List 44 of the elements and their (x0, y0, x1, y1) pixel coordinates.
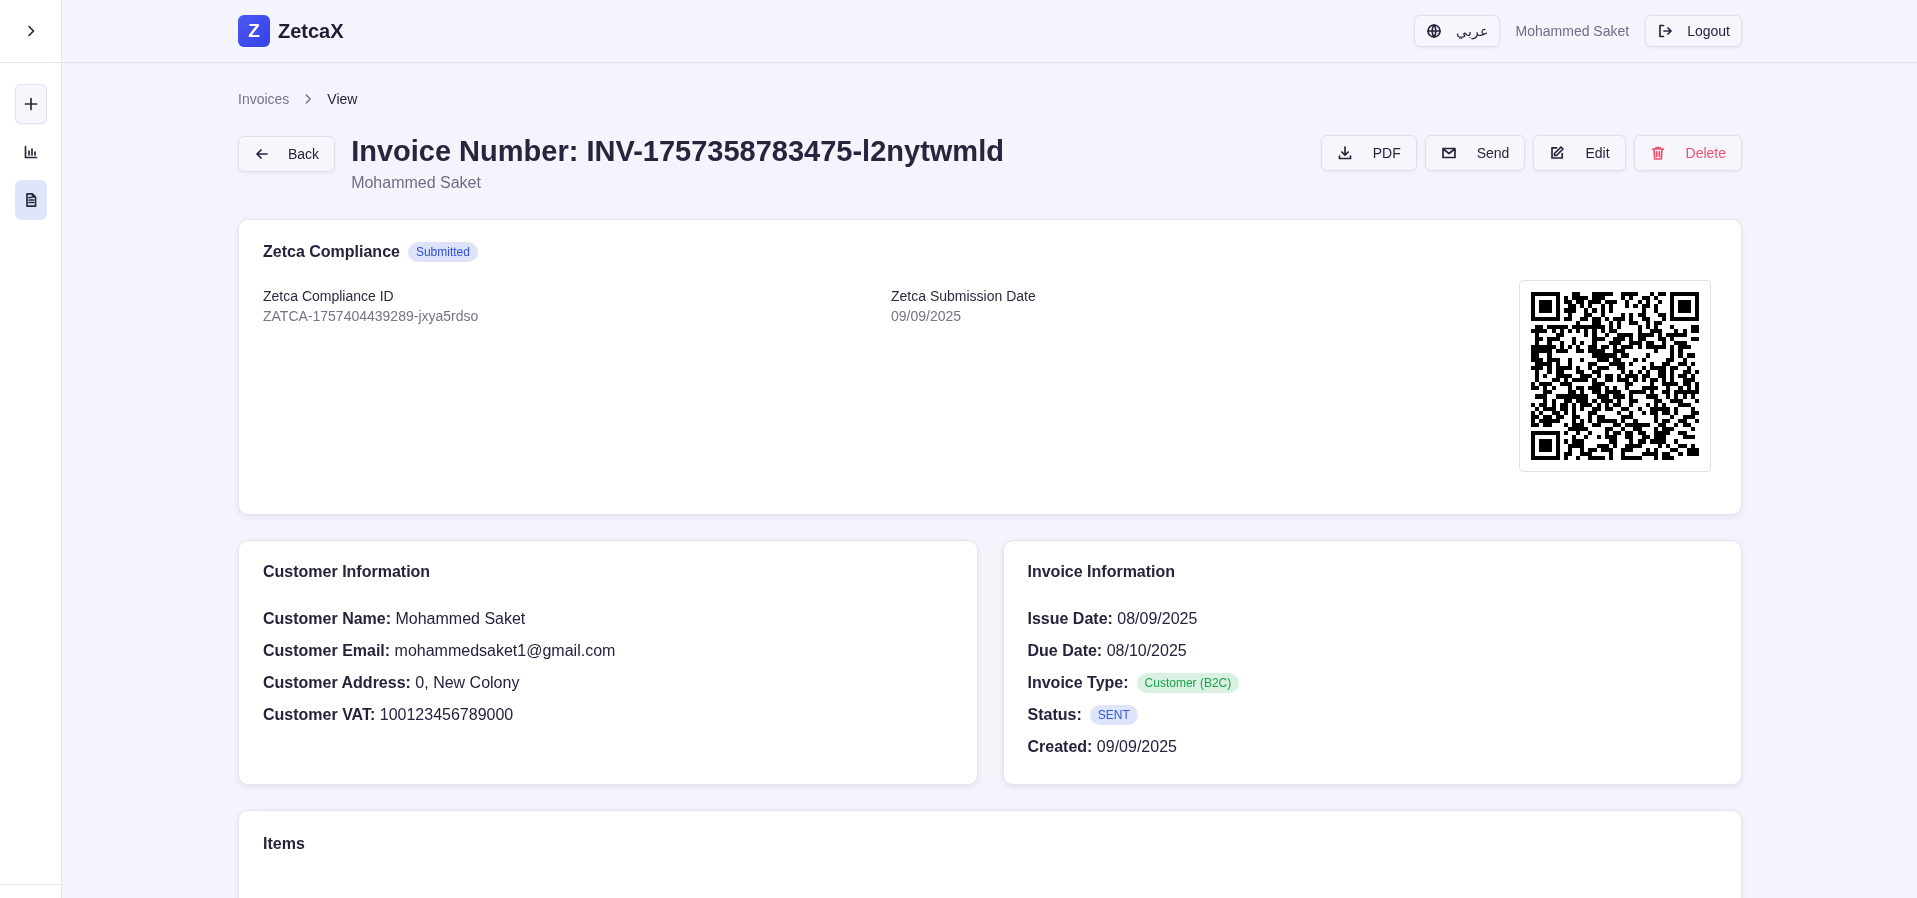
status-badge: Submitted (407, 242, 478, 262)
page-subtitle: Mohammed Saket (351, 174, 482, 192)
sidebar-nav-button[interactable] (14, 180, 47, 220)
info-line: Customer Address: 0, New Colony (263, 674, 520, 692)
card-title: Customer Information (263, 563, 432, 581)
edit-icon (1549, 145, 1566, 161)
field-value: 09/09/2025 (891, 308, 963, 324)
logout-icon (1657, 23, 1674, 39)
info-label: Invoice Type: (1027, 674, 1129, 692)
card-title: Items (263, 835, 306, 853)
field-label: Zetca Compliance ID (263, 288, 395, 304)
info-line: Customer Email: mohammedsaket1@gmail.com (263, 642, 616, 660)
page-title: Invoice Number: INV-1757358783475-l2nytwmld (351, 134, 1005, 169)
download-icon (1336, 145, 1353, 161)
info-line: Issue Date: 08/09/2025 (1027, 610, 1198, 628)
edit-button[interactable]: Edit (1533, 135, 1626, 171)
trash-icon (1649, 145, 1666, 161)
envelope-icon (1440, 145, 1457, 161)
back-button[interactable]: Back (238, 136, 336, 172)
sidebar-nav-button[interactable] (14, 84, 47, 124)
status-badge: Customer (B2C) (1136, 673, 1240, 693)
arrow-left-icon (254, 146, 270, 162)
status-badge: SENT (1089, 705, 1138, 725)
breadcrumb-link[interactable]: Invoices (238, 91, 290, 107)
card-title: Invoice Information (1027, 563, 1177, 581)
globe-icon (1425, 23, 1442, 39)
language-button[interactable]: عربي (1413, 15, 1500, 47)
plus-icon (22, 96, 39, 112)
info-label: Status: (1027, 706, 1082, 724)
bar-chart-icon (22, 144, 39, 160)
info-line: Created: 09/09/2025 (1027, 738, 1177, 756)
info-line: Due Date: 08/10/2025 (1027, 642, 1187, 660)
logo-icon: Z (238, 15, 270, 47)
info-line: Customer Name: Mohammed Saket (263, 610, 526, 628)
field-label: Zetca Submission Date (891, 288, 1037, 304)
brand-name: ZetcaX (278, 19, 344, 43)
card-title: Zetca Compliance (263, 243, 400, 261)
pdf-button[interactable]: PDF (1320, 135, 1417, 171)
field-value: ZATCA-1757404439289-jxya5rdso (263, 308, 480, 324)
logout-button[interactable]: Logout (1645, 15, 1742, 47)
info-line: Customer VAT: 100123456789000 (263, 706, 514, 724)
user-name: Mohammed Saket (1515, 23, 1630, 39)
breadcrumb-current: View (327, 91, 358, 107)
send-button[interactable]: Send (1424, 135, 1526, 171)
